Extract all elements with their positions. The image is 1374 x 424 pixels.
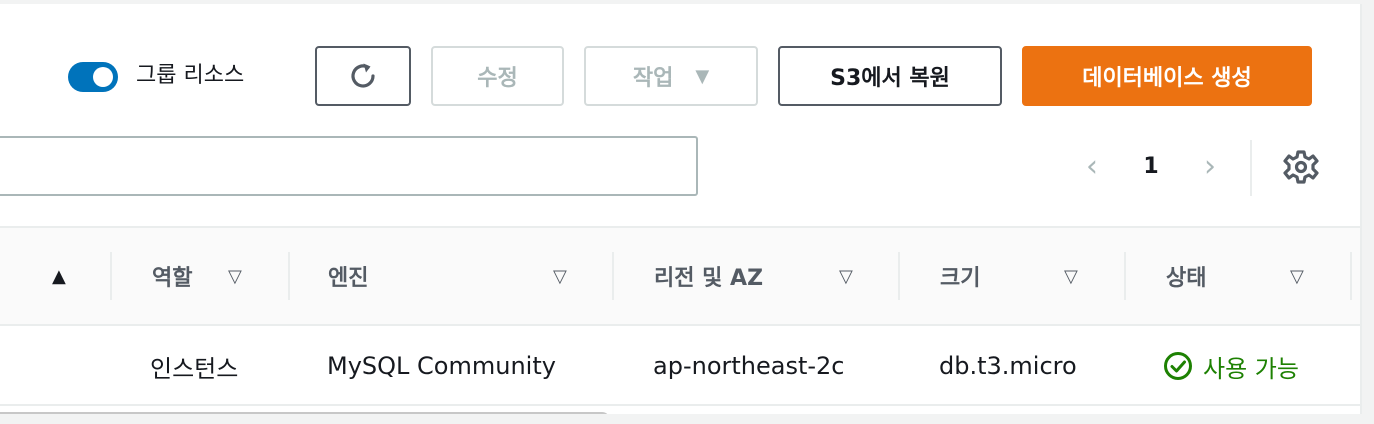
- filter-status-icon[interactable]: ▽: [1290, 228, 1304, 324]
- actions-dropdown[interactable]: 작업 ▼: [584, 46, 758, 106]
- column-separator: [110, 252, 112, 300]
- refresh-button[interactable]: [315, 46, 411, 106]
- column-header-size[interactable]: 크기: [940, 228, 980, 324]
- column-separator: [1124, 252, 1126, 300]
- column-header-role[interactable]: 역할: [152, 228, 192, 324]
- column-header-engine-label: 엔진: [328, 266, 369, 291]
- column-header-role-label: 역할: [152, 266, 193, 291]
- cell-size: db.t3.micro: [939, 352, 1077, 380]
- restore-from-s3-button[interactable]: S3에서 복원: [778, 46, 1002, 106]
- restore-from-s3-label: S3에서 복원: [830, 66, 950, 91]
- column-header-size-label: 크기: [940, 266, 981, 291]
- current-page-number[interactable]: 1: [1136, 150, 1166, 184]
- toggle-knob: [93, 67, 113, 87]
- status-available-icon: [1164, 352, 1192, 380]
- previous-page-icon[interactable]: ‹: [1078, 150, 1106, 184]
- column-header-region-az-label: 리전 및 AZ: [654, 266, 764, 291]
- pager-divider: [1250, 140, 1252, 196]
- cell-engine: MySQL Community: [327, 352, 556, 380]
- sort-column-header[interactable]: ▲: [52, 228, 66, 324]
- refresh-icon: [351, 63, 375, 88]
- column-header-engine[interactable]: 엔진: [328, 228, 368, 324]
- edit-button-label: 수정: [477, 66, 518, 91]
- column-separator: [288, 252, 290, 300]
- status-label: 사용 가능: [1203, 354, 1299, 383]
- cell-role: 인스턴스: [150, 354, 239, 383]
- next-page-icon[interactable]: ›: [1196, 150, 1224, 184]
- create-database-label: 데이터베이스 생성: [1082, 66, 1252, 91]
- column-header-region-az[interactable]: 리전 및 AZ: [654, 228, 763, 324]
- filter-engine-icon[interactable]: ▽: [553, 228, 567, 324]
- table-header: ▲ 역할 ▽ 엔진 ▽ 리전 및 AZ ▽ 크기 ▽ 상태 ▽: [0, 226, 1360, 326]
- horizontal-scrollbar[interactable]: [0, 412, 610, 414]
- actions-dropdown-label: 작업: [632, 66, 674, 91]
- filter-region-az-icon[interactable]: ▽: [839, 228, 853, 324]
- filter-databases-input[interactable]: [0, 136, 698, 196]
- cell-status: 사용 가능: [1163, 326, 1299, 406]
- filter-role-icon[interactable]: ▽: [228, 228, 242, 324]
- column-separator: [1350, 252, 1352, 300]
- sort-ascending-icon: ▲: [52, 265, 66, 287]
- create-database-button[interactable]: 데이터베이스 생성: [1022, 46, 1312, 106]
- cell-region-az: ap-northeast-2c: [653, 352, 845, 380]
- filter-size-icon[interactable]: ▽: [1064, 228, 1078, 324]
- caret-down-icon: ▼: [695, 65, 710, 87]
- column-separator: [612, 252, 614, 300]
- edit-button[interactable]: 수정: [431, 46, 564, 106]
- column-separator: [898, 252, 900, 300]
- databases-panel: 그룹 리소스 수정 작업 ▼ S3에서 복원 데이터베이스 생성 ‹ 1 › ▲…: [0, 4, 1362, 414]
- group-resources-toggle[interactable]: [68, 62, 118, 92]
- page-background-strip: [1362, 0, 1374, 424]
- group-resources-label: 그룹 리소스: [136, 63, 245, 88]
- settings-gear-icon[interactable]: [1282, 148, 1320, 186]
- row-divider: [0, 404, 1360, 406]
- column-header-status[interactable]: 상태: [1166, 228, 1206, 324]
- column-header-status-label: 상태: [1166, 266, 1207, 291]
